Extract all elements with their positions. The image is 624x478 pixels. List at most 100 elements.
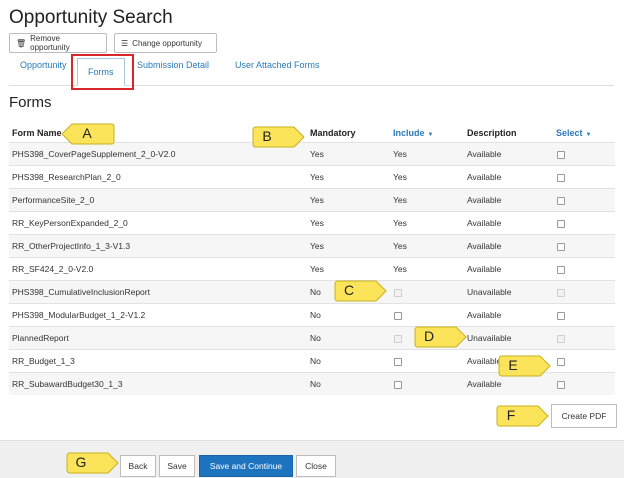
select-checkbox <box>557 289 565 297</box>
mandatory-cell: Yes <box>310 218 324 228</box>
table-row: RR_KeyPersonExpanded_2_0 Yes Yes Available <box>9 211 615 234</box>
description-cell: Available <box>467 195 502 205</box>
select-checkbox <box>557 335 565 343</box>
include-cell: Yes <box>393 149 407 159</box>
column-select-menu[interactable]: Select ▼ <box>556 128 591 138</box>
table-row: PHS398_CumulativeInclusionReport No Unavai… <box>9 280 615 303</box>
remove-opportunity-button[interactable]: 🗑 Remove opportunity <box>9 33 107 53</box>
tab-opportunity[interactable]: Opportunity <box>20 60 67 70</box>
tab-user-attached-forms[interactable]: User Attached Forms <box>235 60 320 70</box>
callout-c-letter: C <box>343 282 355 298</box>
description-cell: Unavailable <box>467 333 512 343</box>
remove-opportunity-label: Remove opportunity <box>30 34 70 52</box>
callout-g-letter: G <box>75 454 87 470</box>
include-cell: Yes <box>393 264 407 274</box>
include-checkbox[interactable] <box>394 381 402 389</box>
select-checkbox[interactable] <box>557 151 565 159</box>
select-checkbox[interactable] <box>557 358 565 366</box>
page-title: Opportunity Search <box>9 7 173 28</box>
description-cell: Available <box>467 172 502 182</box>
form-name-cell: PHS398_CoverPageSupplement_2_0-V2.0 <box>12 149 176 159</box>
table-row: PHS398_ResearchPlan_2_0 Yes Yes Available <box>9 165 615 188</box>
change-opportunity-label: Change opportunity <box>132 38 202 48</box>
callout-g: G <box>66 448 120 478</box>
close-button[interactable]: Close <box>296 455 336 477</box>
column-include-label: Include <box>393 128 425 138</box>
callout-f-letter: F <box>506 407 516 423</box>
column-form-name: Form Name <box>12 128 62 138</box>
tab-submission-detail[interactable]: Submission Detail <box>137 60 209 70</box>
mandatory-cell: No <box>310 356 321 366</box>
form-name-cell: RR_OtherProjectInfo_1_3-V1.3 <box>12 241 131 251</box>
description-cell: Available <box>467 218 502 228</box>
table-row: PerformanceSite_2_0 Yes Yes Available <box>9 188 615 211</box>
mandatory-cell: Yes <box>310 264 324 274</box>
mandatory-cell: No <box>310 379 321 389</box>
description-cell: Available <box>467 241 502 251</box>
mandatory-cell: No <box>310 287 321 297</box>
column-description: Description <box>467 128 517 138</box>
forms-tab-highlight <box>71 54 134 90</box>
mandatory-cell: Yes <box>310 149 324 159</box>
select-checkbox[interactable] <box>557 266 565 274</box>
save-and-continue-button[interactable]: Save and Continue <box>199 455 293 477</box>
callout-d-letter: D <box>423 328 435 344</box>
column-mandatory: Mandatory <box>310 128 356 138</box>
mandatory-cell: Yes <box>310 172 324 182</box>
select-checkbox[interactable] <box>557 312 565 320</box>
mandatory-cell: Yes <box>310 195 324 205</box>
form-name-cell: RR_KeyPersonExpanded_2_0 <box>12 218 128 228</box>
include-checkbox[interactable] <box>394 358 402 366</box>
description-cell: Unavailable <box>467 287 512 297</box>
form-name-cell: RR_SubawardBudget30_1_3 <box>12 379 123 389</box>
callout-f: F <box>496 401 550 431</box>
select-checkbox[interactable] <box>557 220 565 228</box>
select-checkbox[interactable] <box>557 174 565 182</box>
save-button[interactable]: Save <box>159 455 195 477</box>
include-cell: Yes <box>393 195 407 205</box>
form-name-cell: PlannedReport <box>12 333 69 343</box>
form-name-cell: RR_SF424_2_0-V2.0 <box>12 264 94 274</box>
include-checkbox[interactable] <box>394 312 402 320</box>
callout-e: E <box>498 351 552 381</box>
description-cell: Available <box>467 379 502 389</box>
include-cell: Yes <box>393 172 407 182</box>
table-row: PlannedReport No Unavailable <box>9 326 615 349</box>
mandatory-cell: Yes <box>310 241 324 251</box>
callout-b-letter: B <box>262 128 272 144</box>
include-checkbox <box>394 289 402 297</box>
column-include-sort[interactable]: Include ▼ <box>393 128 433 138</box>
description-cell: Available <box>467 310 502 320</box>
caret-down-icon: ▼ <box>427 132 434 138</box>
select-checkbox[interactable] <box>557 381 565 389</box>
mandatory-cell: No <box>310 310 321 320</box>
description-cell: Available <box>467 149 502 159</box>
table-row: RR_OtherProjectInfo_1_3-V1.3 Yes Yes Availa… <box>9 234 615 257</box>
callout-a-letter: A <box>82 125 92 141</box>
description-cell: Available <box>467 356 502 366</box>
list-icon: ☰ <box>121 38 129 48</box>
include-checkbox <box>394 335 402 343</box>
form-name-cell: RR_Budget_1_3 <box>12 356 75 366</box>
create-pdf-button[interactable]: Create PDF <box>551 404 617 428</box>
change-opportunity-button[interactable]: ☰ Change opportunity <box>114 33 217 53</box>
select-checkbox[interactable] <box>557 243 565 251</box>
form-name-cell: PHS398_ModularBudget_1_2-V1.2 <box>12 310 146 320</box>
callout-d: D <box>414 322 468 352</box>
callout-e-letter: E <box>508 357 518 373</box>
caret-down-icon: ▼ <box>585 132 592 138</box>
callout-a: A <box>60 119 115 149</box>
description-cell: Available <box>467 264 502 274</box>
table-row: RR_SF424_2_0-V2.0 Yes Yes Available <box>9 257 615 280</box>
mandatory-cell: No <box>310 333 321 343</box>
include-cell: Yes <box>393 218 407 228</box>
table-row: PHS398_ModularBudget_1_2-V1.2 No Available <box>9 303 615 326</box>
callout-b: B <box>252 122 306 152</box>
select-checkbox[interactable] <box>557 197 565 205</box>
back-button[interactable]: Back <box>120 455 156 477</box>
callout-c: C <box>334 276 388 306</box>
form-name-cell: PHS398_ResearchPlan_2_0 <box>12 172 121 182</box>
form-name-cell: PHS398_CumulativeInclusionReport <box>12 287 150 297</box>
form-name-cell: PerformanceSite_2_0 <box>12 195 95 205</box>
trash-icon: 🗑 <box>16 38 27 48</box>
